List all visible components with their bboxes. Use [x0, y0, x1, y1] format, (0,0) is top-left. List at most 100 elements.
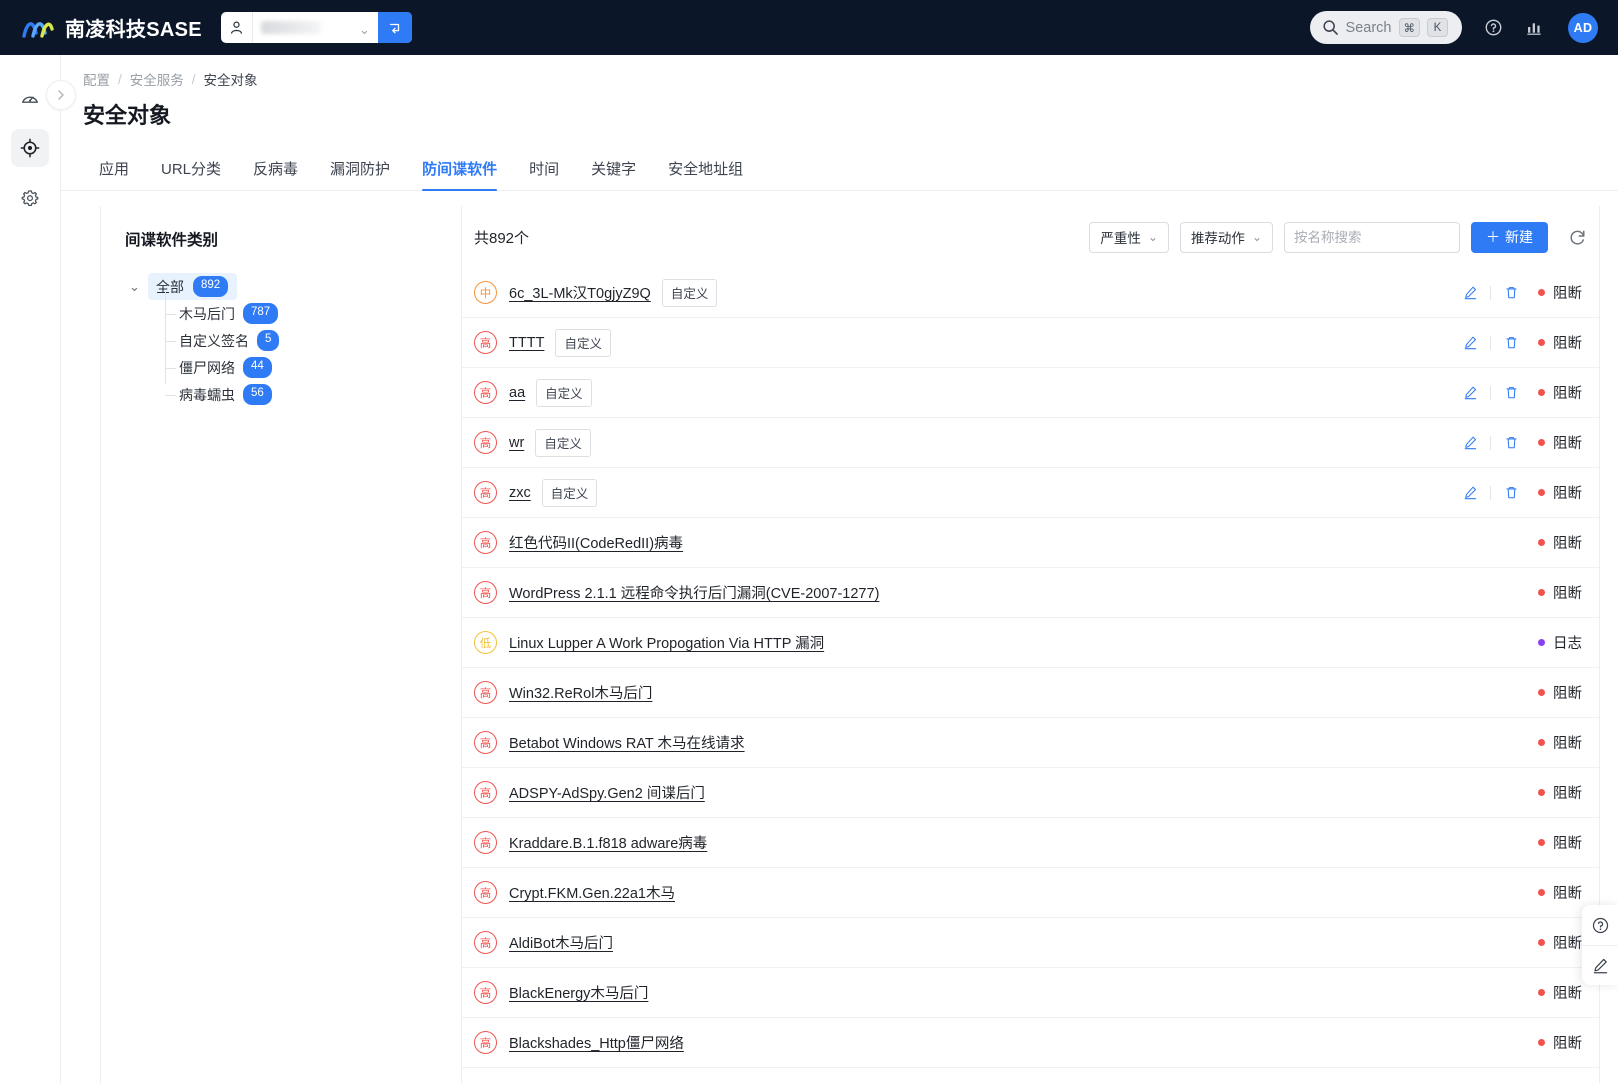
rail-collapse-toggle[interactable]	[46, 80, 76, 110]
status-label: 阻断	[1553, 886, 1582, 902]
breadcrumb-item-1[interactable]: 安全服务	[130, 69, 184, 89]
row-name-link[interactable]: Kraddare.B.1.f818 adware病毒	[509, 832, 707, 853]
custom-tag-chip: 自定义	[536, 378, 592, 407]
breadcrumb-separator-1: /	[191, 71, 196, 87]
action-divider	[1490, 435, 1491, 450]
tab-7[interactable]: 安全地址组	[652, 158, 759, 190]
table-row: 高 ADSPY-AdSpy.Gen2 间谍后门 阻断	[462, 768, 1600, 818]
row-name-link[interactable]: Linux Lupper A Work Propogation Via HTTP…	[509, 632, 824, 653]
action-divider	[1490, 285, 1491, 300]
row-name-link[interactable]: 6c_3L-Mk汉T0gjyZ9Q	[509, 282, 651, 303]
logo-icon	[22, 15, 56, 41]
name-search-box[interactable]	[1284, 221, 1495, 253]
row-name-link[interactable]: Win32.ReRol木马后门	[509, 682, 652, 703]
tenant-switcher[interactable]: ⌄	[220, 12, 412, 43]
edit-pencil-icon[interactable]	[1457, 485, 1483, 500]
tab-6[interactable]: 关键字	[575, 158, 652, 190]
delete-trash-icon[interactable]	[1498, 485, 1524, 500]
edit-pencil-icon[interactable]	[1457, 335, 1483, 350]
tree-node-all[interactable]: ⌄ 全部 892	[125, 273, 461, 300]
category-tree-panel: 间谍软件类别 ⌄ 全部 892 木马后门 787 自定义签名 5 僵尸网络 44 病毒蠕虫 5…	[100, 206, 462, 1083]
tab-0[interactable]: 应用	[83, 158, 145, 190]
tab-1[interactable]: URL分类	[145, 158, 237, 190]
tree-node-child-3[interactable]: 病毒蠕虫 56	[125, 381, 461, 408]
row-actions: 阻断	[1457, 282, 1590, 303]
tree-node-child-1[interactable]: 自定义签名 5	[125, 327, 461, 354]
status-label: 阻断	[1553, 686, 1582, 702]
status-badge: 阻断	[1538, 982, 1590, 1003]
table-row: 中 6c_3L-Mk汉T0gjyZ9Q 自定义 阻断	[462, 268, 1600, 318]
row-actions: 阻断	[1457, 432, 1590, 453]
delete-trash-icon[interactable]	[1498, 285, 1524, 300]
severity-badge-high: 高	[474, 381, 497, 404]
row-name-link[interactable]: BlackEnergy木马后门	[509, 982, 648, 1003]
tab-2[interactable]: 反病毒	[237, 158, 314, 190]
severity-badge-high: 高	[474, 331, 497, 354]
tab-4[interactable]: 防间谍软件	[406, 158, 513, 191]
tree-node-child-2[interactable]: 僵尸网络 44	[125, 354, 461, 381]
help-circle-icon[interactable]	[1484, 18, 1503, 37]
brand: 南凌科技SASE	[22, 13, 202, 42]
row-name-link[interactable]: TTTT	[509, 335, 544, 351]
edit-pencil-icon[interactable]	[1457, 285, 1483, 300]
edit-pencil-icon[interactable]	[1457, 435, 1483, 450]
help-circle-icon[interactable]	[1582, 905, 1618, 945]
status-label: 阻断	[1553, 786, 1582, 802]
row-actions: 阻断	[1524, 532, 1590, 553]
table-row: 高 WordPress 2.1.1 远程命令执行后门漏洞(CVE-2007-127…	[462, 568, 1600, 618]
row-name-link[interactable]: zxc	[509, 485, 531, 501]
tree-node-child-label: 僵尸网络	[179, 359, 235, 376]
delete-trash-icon[interactable]	[1498, 385, 1524, 400]
chevron-down-icon: ⌄	[1147, 230, 1158, 244]
row-name-link[interactable]: aa	[509, 385, 525, 401]
row-name-link[interactable]: Blackshades_Http僵尸网络	[509, 1032, 684, 1053]
gauge-icon	[21, 96, 39, 103]
tab-3[interactable]: 漏洞防护	[314, 158, 406, 190]
severity-filter-select[interactable]: 严重性 ⌄	[1089, 221, 1169, 253]
row-name-link[interactable]: WordPress 2.1.1 远程命令执行后门漏洞(CVE-2007-1277…	[509, 582, 879, 603]
severity-badge-high: 高	[474, 781, 497, 804]
delete-trash-icon[interactable]	[1498, 435, 1524, 450]
delete-trash-icon[interactable]	[1498, 335, 1524, 350]
table-row: 高 Blackshades_Http僵尸网络 阻断	[462, 1018, 1600, 1068]
avatar[interactable]: AD	[1568, 12, 1598, 43]
edit-pencil-icon[interactable]	[1457, 385, 1483, 400]
rail-item-security-target[interactable]	[11, 129, 49, 167]
status-dot-icon	[1538, 939, 1545, 946]
row-name-link[interactable]: wr	[509, 435, 524, 451]
row-name-link[interactable]: Betabot Windows RAT 木马在线请求	[509, 732, 745, 753]
severity-badge-high: 高	[474, 1031, 497, 1054]
severity-badge-low: 低	[474, 631, 497, 654]
search-input[interactable]	[1285, 222, 1480, 252]
row-actions: 阻断	[1524, 582, 1590, 603]
tree-branch-connector	[165, 340, 176, 342]
refresh-icon[interactable]	[1564, 224, 1590, 250]
action-filter-select[interactable]: 推荐动作 ⌄	[1179, 221, 1273, 253]
custom-tag-chip: 自定义	[661, 278, 718, 307]
row-name-link[interactable]: 红色代码II(CodeRedII)病毒	[509, 532, 683, 553]
chevron-down-icon[interactable]: ⌄	[129, 279, 141, 295]
row-actions: 阻断	[1457, 482, 1590, 503]
row-actions: 阻断	[1524, 782, 1590, 803]
row-name-link[interactable]: ADSPY-AdSpy.Gen2 间谍后门	[509, 782, 705, 803]
tree-node-all-label: 全部	[156, 278, 184, 295]
table-row: 高 wr 自定义 阻断	[462, 418, 1600, 468]
left-rail	[0, 55, 76, 1083]
severity-badge-high: 高	[474, 981, 497, 1004]
row-name-link[interactable]: AldiBot木马后门	[509, 932, 613, 953]
rail-item-settings[interactable]	[11, 179, 49, 217]
rail-item-dashboard[interactable]	[11, 79, 49, 117]
tenant-select[interactable]: ⌄	[253, 12, 378, 43]
new-button[interactable]: ＋ 新建	[1471, 221, 1548, 253]
analytics-bar-chart-icon[interactable]	[1525, 18, 1544, 37]
edit-pencil-icon[interactable]	[1582, 945, 1618, 985]
global-search[interactable]: Search ⌘ K	[1309, 11, 1462, 44]
breadcrumb-item-0[interactable]: 配置	[83, 69, 110, 89]
table-row: 高 Betabot Windows RAT 木马在线请求 阻断	[462, 718, 1600, 768]
status-badge: 阻断	[1538, 832, 1590, 853]
tenant-enter-button[interactable]	[377, 12, 412, 43]
status-badge: 阻断	[1538, 332, 1590, 353]
tab-5[interactable]: 时间	[513, 158, 575, 190]
tree-node-child-0[interactable]: 木马后门 787	[125, 300, 461, 327]
row-name-link[interactable]: Crypt.FKM.Gen.22a1木马	[509, 882, 675, 903]
